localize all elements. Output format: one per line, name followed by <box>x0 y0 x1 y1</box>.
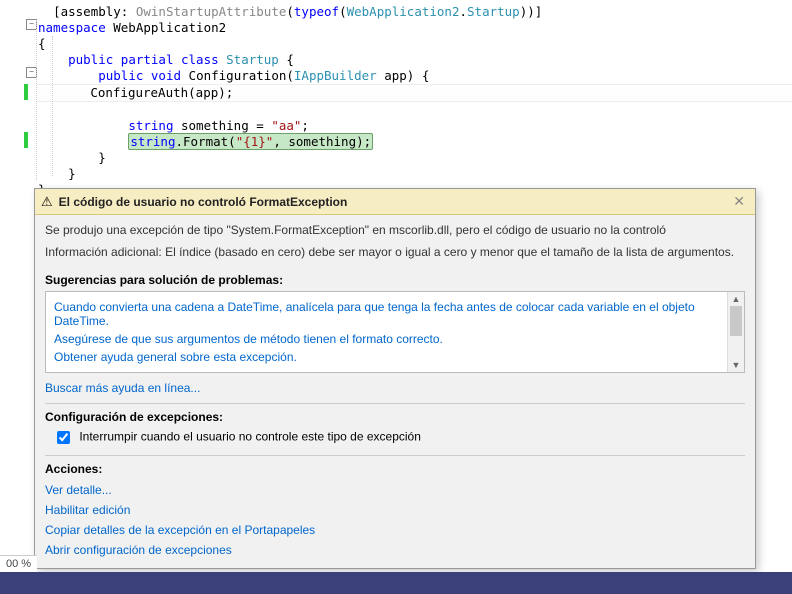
code-line[interactable]: public partial class Startup { <box>38 52 792 68</box>
code-line[interactable]: [assembly: OwinStartupAttribute(typeof(W… <box>38 4 792 20</box>
code-line[interactable]: { <box>38 36 792 52</box>
code-line[interactable]: } <box>38 166 792 182</box>
scroll-thumb[interactable] <box>730 306 742 336</box>
actions-list: Ver detalle... Habilitar edición Copiar … <box>35 480 755 560</box>
view-detail-link[interactable]: Ver detalle... <box>45 480 755 500</box>
panel-additional-info: Información adicional: El índice (basado… <box>35 245 755 267</box>
code-line[interactable]: namespace WebApplication2 <box>38 20 792 36</box>
search-online-link[interactable]: Buscar más ayuda en línea... <box>45 379 755 397</box>
scroll-up-icon[interactable]: ▲ <box>728 292 744 306</box>
open-exception-settings-link[interactable]: Abrir configuración de excepciones <box>45 540 755 560</box>
separator <box>45 455 745 456</box>
separator <box>45 403 745 404</box>
actions-header: Acciones: <box>45 462 745 476</box>
break-checkbox-label: Interrumpir cuando el usuario no control… <box>79 430 421 444</box>
exception-settings-header: Configuración de excepciones: <box>45 410 745 424</box>
warning-icon: ⚠ <box>41 194 53 210</box>
close-icon[interactable]: ✕ <box>729 193 749 210</box>
change-marker <box>24 84 28 100</box>
panel-message: Se produjo una excepción de tipo "System… <box>35 215 755 245</box>
outline-guide <box>52 36 54 176</box>
break-on-unhandled-checkbox[interactable] <box>57 431 70 444</box>
enable-editing-link[interactable]: Habilitar edición <box>45 500 755 520</box>
panel-title: El código de usuario no controló FormatE… <box>59 195 730 209</box>
change-marker <box>24 132 28 148</box>
suggestion-link[interactable]: Obtener ayuda general sobre esta excepci… <box>54 348 736 366</box>
scrollbar[interactable]: ▲ ▼ <box>727 292 744 372</box>
code-line[interactable]: } <box>38 150 792 166</box>
scroll-down-icon[interactable]: ▼ <box>728 358 744 372</box>
suggestion-link[interactable]: Asegúrese de que sus argumentos de métod… <box>54 330 736 348</box>
code-editor[interactable]: − − [assembly: OwinStartupAttribute(type… <box>0 0 792 198</box>
outline-guide <box>36 20 38 180</box>
suggestions-header: Sugerencias para solución de problemas: <box>45 273 745 287</box>
exception-helper-panel: ⚠ El código de usuario no controló Forma… <box>34 188 756 569</box>
panel-header[interactable]: ⚠ El código de usuario no controló Forma… <box>35 189 755 215</box>
code-exception-line[interactable]: string.Format("{1}", something); <box>38 134 792 150</box>
suggestion-link[interactable]: Cuando convierta una cadena a DateTime, … <box>54 298 736 330</box>
code-line[interactable] <box>38 102 792 118</box>
code-line[interactable]: public void Configuration(IAppBuilder ap… <box>38 68 792 84</box>
code-line[interactable]: string something = "aa"; <box>38 118 792 134</box>
suggestions-box: Cuando convierta una cadena a DateTime, … <box>45 291 745 373</box>
zoom-level[interactable]: 00 % <box>0 555 37 572</box>
status-bar <box>0 572 792 594</box>
copy-details-link[interactable]: Copiar detalles de la excepción en el Po… <box>45 520 755 540</box>
code-current-line[interactable]: ConfigureAuth(app); <box>0 84 792 102</box>
break-checkbox-row: Interrumpir cuando el usuario no control… <box>53 428 745 447</box>
gutter: − − <box>0 0 36 190</box>
